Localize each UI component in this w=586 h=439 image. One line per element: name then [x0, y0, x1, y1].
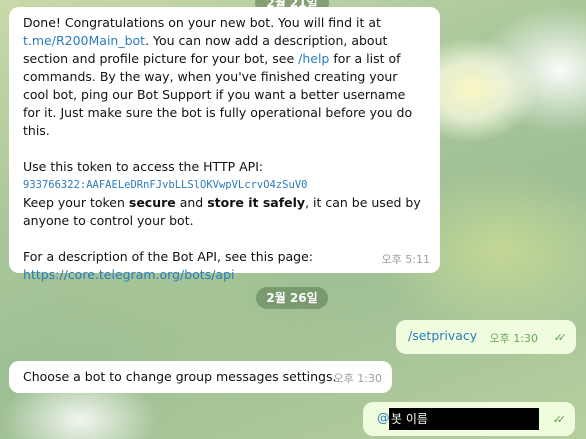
- redacted-bot-name: 봇 이름: [389, 408, 539, 430]
- read-checkmarks-icon: ✓✓: [552, 413, 567, 426]
- bot-message-choose: Choose a bot to change group messages se…: [9, 361, 392, 393]
- api-token[interactable]: 933766322:AAFAELeDRnFJvbLLSlOKVwpVLcrvO4…: [23, 176, 426, 194]
- api-doc-link[interactable]: https://core.telegram.org/bots/api: [23, 267, 234, 282]
- token-label: Use this token to access the HTTP API:: [23, 159, 264, 174]
- help-command-link[interactable]: /help: [298, 51, 329, 66]
- token-warning: Keep your token secure and store it safe…: [23, 195, 421, 228]
- bot-message-token: Done! Congratulations on your new bot. Y…: [9, 7, 440, 282]
- message-time: 오후 1:30: [333, 372, 382, 385]
- choose-bot-text: Choose a bot to change group messages se…: [23, 369, 337, 384]
- outgoing-message-bot-name: @ 봇 이름 ✓✓: [363, 402, 575, 436]
- api-doc-label: For a description of the Bot API, see th…: [23, 249, 314, 264]
- bot-username-link[interactable]: t.me/R200Main_bot: [23, 33, 145, 48]
- bot-message-paragraph-1: Done! Congratulations on your new bot. Y…: [23, 15, 413, 138]
- outgoing-message-setprivacy: /setprivacy 오후 1:30 ✓✓: [396, 320, 576, 354]
- setprivacy-command[interactable]: /setprivacy: [408, 328, 477, 343]
- message-time: 오후 5:11: [381, 253, 430, 266]
- mention-prefix: @: [377, 410, 390, 425]
- read-checkmarks-icon: ✓✓: [553, 331, 568, 344]
- date-separator-mid: 2월 26일: [256, 287, 328, 309]
- message-time: 오후 1:30: [489, 332, 538, 345]
